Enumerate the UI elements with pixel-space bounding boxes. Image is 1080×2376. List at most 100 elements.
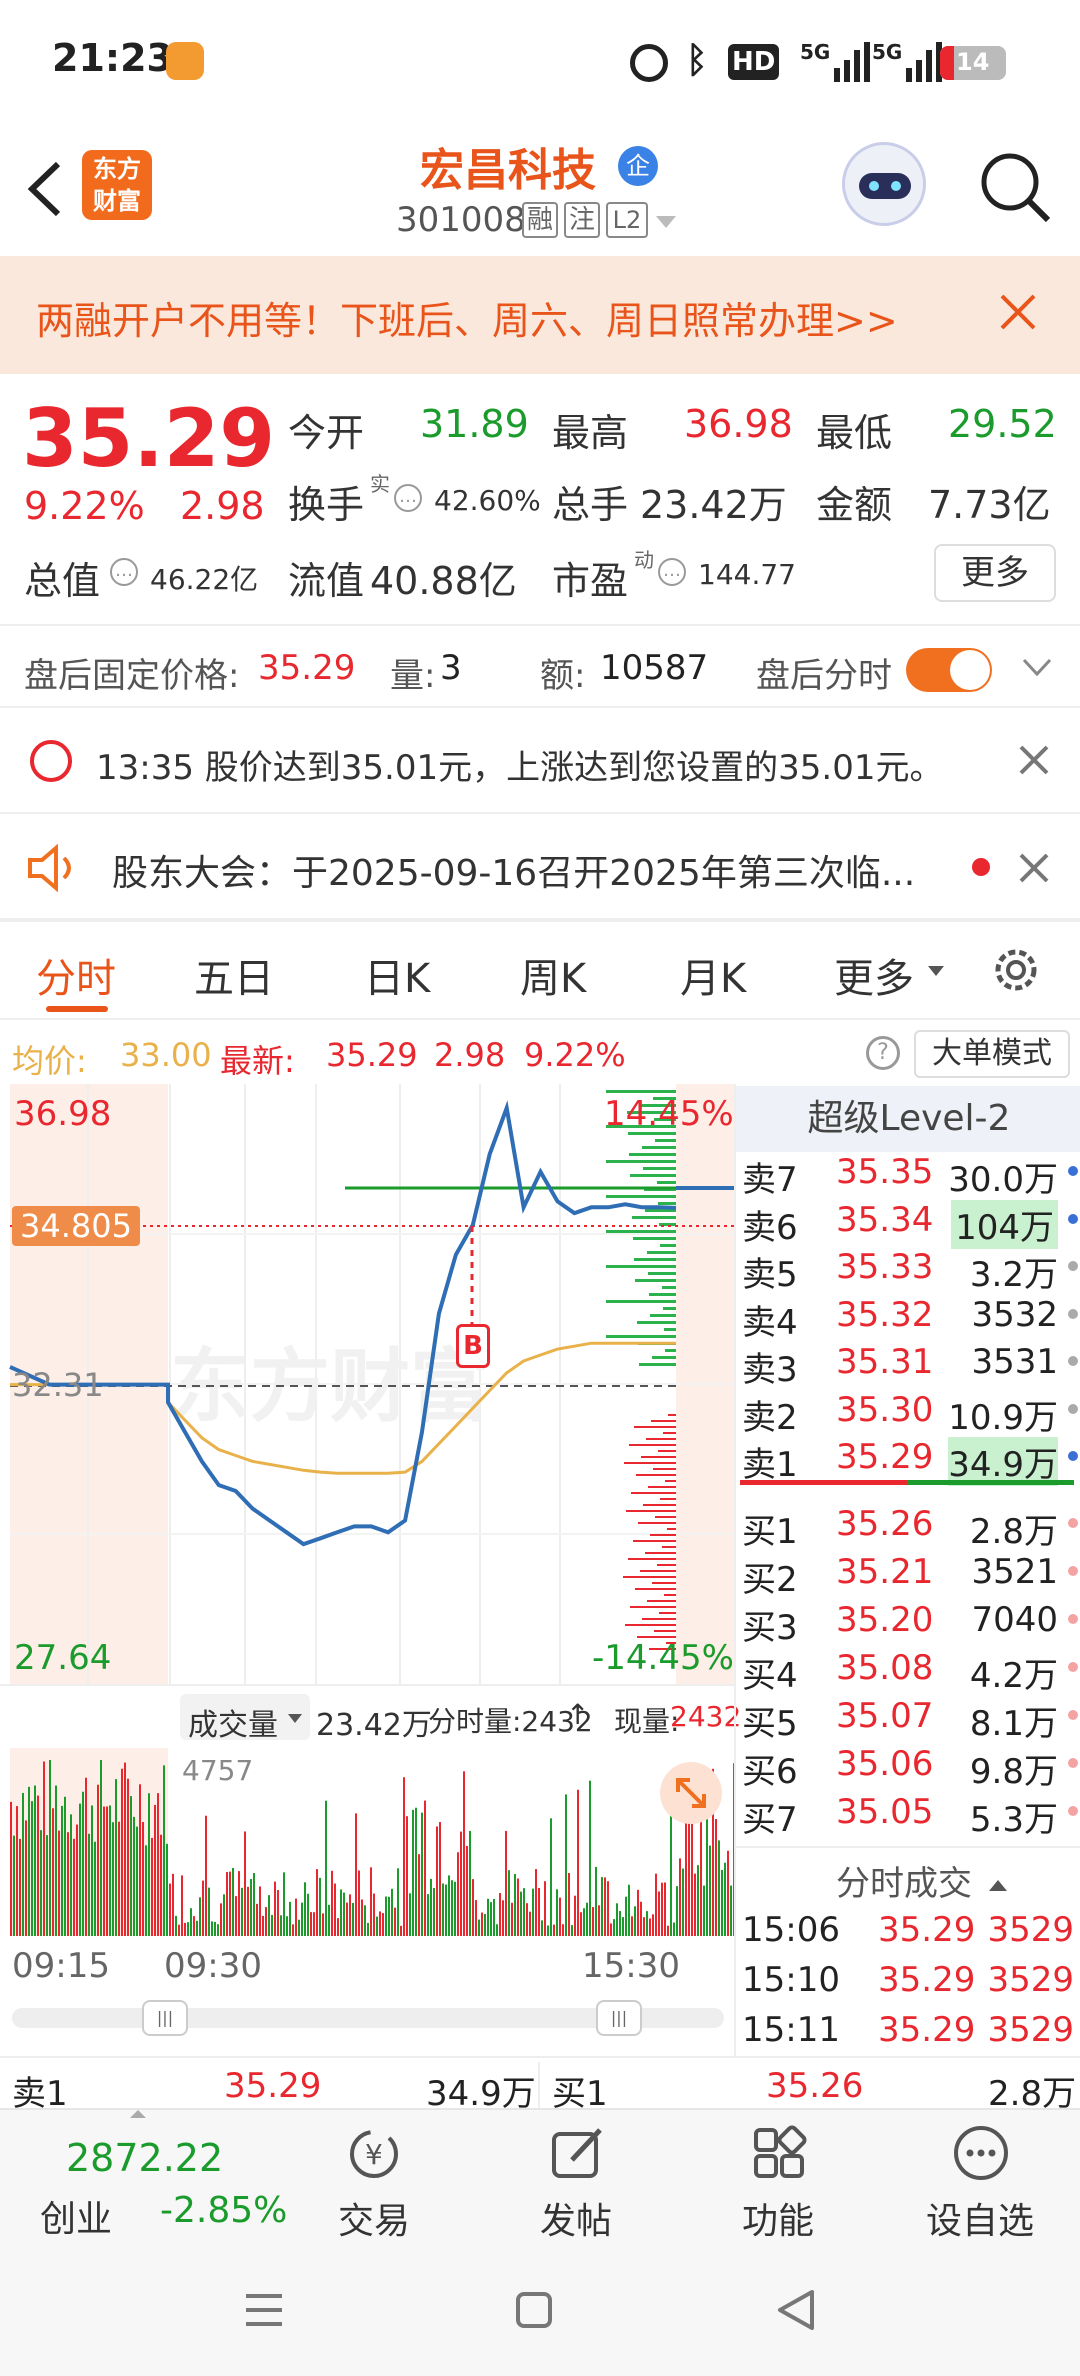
close-icon[interactable] xyxy=(1018,744,1050,776)
volume-bar xyxy=(361,1899,363,1936)
bid-level-label: 买2 xyxy=(742,1560,798,1600)
info-icon[interactable]: … xyxy=(110,558,138,586)
high-value: 36.98 xyxy=(684,402,793,446)
ask-level-volume: 30.0万 xyxy=(948,1160,1058,1200)
ask-level-row[interactable]: 卖5 35.33 3.2万 xyxy=(740,1243,1080,1295)
range-handle-left[interactable]: ||| xyxy=(142,2000,188,2036)
index-ticker[interactable]: 2872.22 创业 -2.85% xyxy=(20,2110,290,2248)
back-button[interactable] xyxy=(20,154,70,224)
volume-bar xyxy=(667,1925,669,1936)
caret-down-icon[interactable] xyxy=(656,216,676,228)
depth-bar-bid xyxy=(625,1624,676,1626)
volume-bar xyxy=(136,1826,138,1936)
volume-bar xyxy=(442,1883,444,1936)
eastmoney-logo[interactable]: 东方 财富 xyxy=(82,150,152,220)
ticks-title[interactable]: 分时成交 xyxy=(836,1856,1007,1905)
settings-button[interactable] xyxy=(990,944,1042,996)
tab-weekly-k[interactable]: 周K xyxy=(520,946,586,1004)
bid-level-row[interactable]: 买5 35.07 8.1万 xyxy=(740,1692,1080,1744)
volume-bar xyxy=(139,1784,141,1936)
search-button[interactable] xyxy=(976,148,1056,228)
ask-level-row[interactable]: 卖2 35.30 10.9万 xyxy=(740,1386,1080,1438)
depth-bar-ask xyxy=(632,1216,676,1219)
volume-bar xyxy=(604,1877,606,1936)
volume-indicator-selector[interactable]: 成交量 xyxy=(180,1694,310,1743)
ask-level-row[interactable]: 卖6 35.34 104万 xyxy=(740,1196,1080,1249)
index-value: 2872.22 xyxy=(66,2136,224,2180)
volume-bar xyxy=(379,1911,381,1936)
more-button[interactable]: 更多 xyxy=(934,544,1056,602)
robot-assistant-icon[interactable] xyxy=(842,142,926,226)
bid-level-row[interactable]: 买7 35.05 5.3万 xyxy=(740,1788,1080,1840)
depth-bar-ask xyxy=(647,1251,676,1254)
home-icon[interactable] xyxy=(514,2290,554,2330)
ask-level-row[interactable]: 卖7 35.35 30.0万 xyxy=(740,1148,1080,1200)
depth-bar-bid xyxy=(624,1462,676,1464)
amount-label: 金额 xyxy=(816,483,893,527)
volume-bar xyxy=(145,1845,147,1936)
ask-level-row[interactable]: 卖3 35.31 3531 xyxy=(740,1338,1080,1390)
depth-bar-bid xyxy=(655,1516,676,1518)
after-hours-toggle-label: 盘后分时 xyxy=(756,656,892,696)
volume-bar xyxy=(148,1793,150,1936)
range-handle-right[interactable]: ||| xyxy=(596,2000,642,2036)
back-nav-icon[interactable] xyxy=(776,2288,816,2332)
volume-bar xyxy=(634,1906,636,1936)
divider xyxy=(538,2062,540,2108)
bid-level-row[interactable]: 买3 35.20 7040 xyxy=(740,1596,1080,1648)
bid-level-row[interactable]: 买1 35.26 2.8万 xyxy=(740,1500,1080,1552)
help-icon[interactable]: ? xyxy=(866,1036,900,1070)
bid-level-row[interactable]: 买4 35.08 4.2万 xyxy=(740,1644,1080,1696)
bid-level-volume: 2.8万 xyxy=(969,1512,1058,1552)
after-hours-toggle[interactable] xyxy=(906,648,992,692)
volume-bar xyxy=(367,1922,369,1936)
chevron-down-icon[interactable] xyxy=(1022,658,1052,678)
volume-bar xyxy=(394,1907,396,1936)
price-alert-row[interactable]: 13:35 股价达到35.01元，上涨达到您设置的35.01元。 xyxy=(0,708,1080,812)
ask-level-price: 35.29 xyxy=(836,1437,934,1477)
volume-bar xyxy=(232,1867,234,1936)
tab-more[interactable]: 更多 xyxy=(834,946,914,1004)
info-icon[interactable]: … xyxy=(394,484,422,512)
expand-chart-button[interactable] xyxy=(660,1762,722,1824)
open-value: 31.89 xyxy=(420,402,529,446)
pe-superscript: 动 xyxy=(634,548,654,572)
info-icon[interactable]: … xyxy=(658,558,686,586)
tab-monthly-k[interactable]: 月K xyxy=(680,946,746,1004)
depth-bar-ask xyxy=(652,1356,676,1359)
intraday-chart[interactable]: 东方财富 36.98 14.45% 27.64 -14.45% 32.31 34… xyxy=(0,1084,734,1684)
volume-bar xyxy=(307,1893,309,1936)
notice-row[interactable]: 股东大会：于2025-09-16召开2025年第三次临... xyxy=(0,814,1080,918)
depth-bar-bid xyxy=(648,1486,676,1488)
bid-level-label: 买1 xyxy=(742,1512,798,1552)
bid-level-row[interactable]: 买2 35.21 3521 xyxy=(740,1548,1080,1600)
big-order-mode-button[interactable]: 大单模式 xyxy=(914,1030,1070,1078)
chart-info-line: 均价: 33.00 最新: 35.29 2.98 9.22% ? 大单模式 xyxy=(0,1022,1080,1084)
volume-bar xyxy=(82,1791,84,1936)
menu-icon[interactable] xyxy=(244,2290,284,2330)
tab-intraday[interactable]: 分时 xyxy=(36,946,116,1004)
alarm-icon xyxy=(630,44,668,82)
depth-bar-bid xyxy=(629,1444,676,1446)
volume-bar xyxy=(691,1816,693,1936)
banner-text[interactable]: 两融开户不用等！下班后、周六、周日照常办理>> xyxy=(36,290,898,345)
volume-bar xyxy=(649,1918,651,1936)
ask-level-row[interactable]: 卖4 35.32 3532 xyxy=(740,1291,1080,1343)
stock-name[interactable]: 宏昌科技 xyxy=(420,134,596,198)
time-label-start: 09:15 xyxy=(12,1946,110,1986)
close-icon[interactable] xyxy=(1018,852,1050,884)
ask-level-label: 卖5 xyxy=(742,1255,798,1295)
volume-bar xyxy=(55,1785,57,1936)
tab-daily-k[interactable]: 日K xyxy=(364,946,430,1004)
bottom-toolbar: 2872.22 创业 -2.85% ¥ 交易 发帖 功能 设自选 xyxy=(0,2108,1080,2246)
volume-bar xyxy=(631,1916,633,1936)
buy-marker[interactable]: B xyxy=(456,1324,490,1368)
level2-title[interactable]: 超级Level-2 xyxy=(736,1086,1080,1152)
time-label-open: 09:30 xyxy=(164,1946,262,1986)
close-icon[interactable] xyxy=(998,292,1038,332)
promo-banner[interactable]: 两融开户不用等！下班后、周六、周日照常办理>> xyxy=(0,256,1080,374)
ask-level-row[interactable]: 卖1 35.29 34.9万 xyxy=(740,1433,1080,1486)
volume-chart[interactable]: 4757 xyxy=(0,1748,734,1936)
bid-level-row[interactable]: 买6 35.06 9.8万 xyxy=(740,1740,1080,1792)
tab-five-day[interactable]: 五日 xyxy=(194,946,274,1004)
